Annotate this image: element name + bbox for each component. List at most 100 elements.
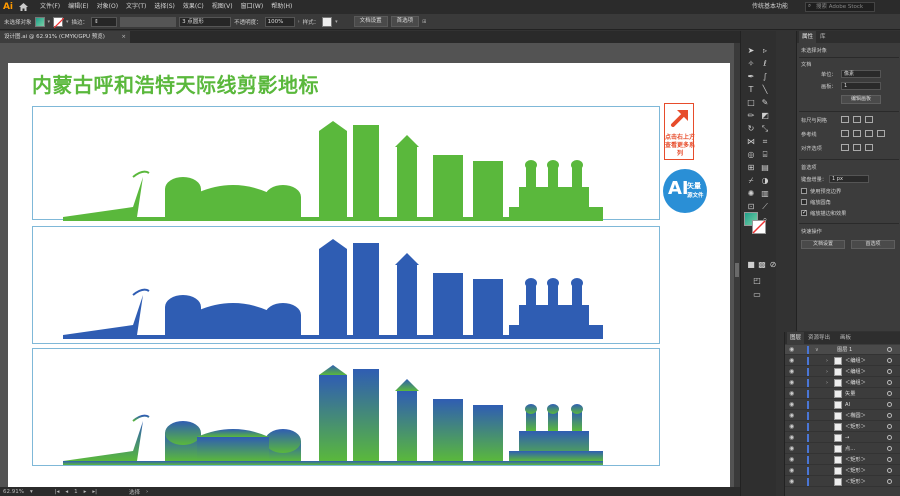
- expand-arrow-icon[interactable]: ›: [826, 378, 828, 388]
- fill-color-swatch[interactable]: [34, 16, 45, 27]
- preferences-button[interactable]: 首选项: [390, 16, 420, 27]
- artboard-select[interactable]: 1: [841, 82, 881, 90]
- eye-icon[interactable]: ◉: [789, 445, 794, 452]
- lasso-tool-icon[interactable]: ℓ: [759, 58, 771, 69]
- edit-artboard-button[interactable]: 编辑画板: [841, 95, 881, 104]
- free-transform-tool-icon[interactable]: ⌗: [759, 136, 771, 147]
- tab-layers[interactable]: 图层: [787, 332, 805, 344]
- tab-properties[interactable]: 属性: [799, 31, 817, 43]
- stroke-color-box[interactable]: [752, 220, 766, 234]
- symbol-sprayer-tool-icon[interactable]: ✺: [745, 188, 757, 199]
- layer-row[interactable]: ◉ › ＜编组＞: [785, 378, 900, 388]
- grid-icon[interactable]: [853, 116, 861, 123]
- none-mode-icon[interactable]: ⊘: [767, 259, 779, 270]
- target-icon[interactable]: [887, 479, 892, 484]
- layer-row[interactable]: ◉ ＜矩形＞: [785, 455, 900, 465]
- curvature-tool-icon[interactable]: ∫: [759, 71, 771, 82]
- document-tab[interactable]: 设计图.ai @ 62.91% (CMYK/GPU 预览) ×: [0, 31, 130, 43]
- eye-icon[interactable]: ◉: [789, 368, 794, 375]
- skyline-panel-2[interactable]: [32, 226, 660, 344]
- layer-row[interactable]: ◉ →: [785, 433, 900, 443]
- menu-edit[interactable]: 编辑(E): [64, 0, 92, 14]
- menu-window[interactable]: 窗口(W): [237, 0, 268, 14]
- slice-tool-icon[interactable]: ⟋: [759, 201, 771, 212]
- snap-pixel-icon[interactable]: [865, 144, 873, 151]
- eye-icon[interactable]: ◉: [789, 478, 794, 485]
- menu-file[interactable]: 文件(F): [36, 0, 64, 14]
- smart-guides-icon[interactable]: [865, 130, 873, 137]
- screen-mode-icon[interactable]: ▭: [751, 289, 763, 300]
- eye-icon[interactable]: ◉: [789, 379, 794, 386]
- gradient-tool-icon[interactable]: ▤: [759, 162, 771, 173]
- target-icon[interactable]: [887, 413, 892, 418]
- eye-icon[interactable]: ◉: [789, 434, 794, 441]
- eye-icon[interactable]: ◉: [789, 456, 794, 463]
- scale-corners-checkbox[interactable]: [801, 199, 807, 205]
- target-icon[interactable]: [887, 402, 892, 407]
- prev-artboard-icon[interactable]: ◂: [65, 489, 68, 495]
- layer-row[interactable]: ◉ ＜矩形＞: [785, 422, 900, 432]
- chevron-down-icon[interactable]: ▾: [30, 489, 33, 495]
- paintbrush-tool-icon[interactable]: ✎: [759, 97, 771, 108]
- layer-row[interactable]: ◉ ＜矩形＞: [785, 477, 900, 487]
- menu-select[interactable]: 选择(S): [150, 0, 179, 14]
- scale-strokes-checkbox[interactable]: [801, 209, 807, 216]
- zoom-level[interactable]: 62.91%: [3, 489, 24, 495]
- home-icon[interactable]: [16, 0, 30, 14]
- skyline-panel-3[interactable]: [32, 348, 660, 466]
- preferences-button[interactable]: 首选项: [851, 240, 895, 249]
- last-artboard-icon[interactable]: ▸|: [92, 489, 97, 495]
- width-tool-icon[interactable]: ⋈: [745, 136, 757, 147]
- workspace-switcher[interactable]: 传统基本功能: [752, 0, 788, 14]
- target-icon[interactable]: [887, 457, 892, 462]
- blend-tool-icon[interactable]: ◑: [759, 175, 771, 186]
- eye-icon[interactable]: ◉: [789, 357, 794, 364]
- scale-tool-icon[interactable]: ⤡: [759, 123, 771, 134]
- brush-definition[interactable]: 3 点圆形: [179, 16, 232, 27]
- ruler-icon[interactable]: [841, 116, 849, 123]
- snap-point-icon[interactable]: [841, 144, 849, 151]
- layer-row[interactable]: ◉ AI: [785, 400, 900, 410]
- drawing-mode-icon[interactable]: ◰: [751, 275, 763, 286]
- chevron-down-icon[interactable]: ▾: [48, 19, 51, 25]
- layer-row[interactable]: ◉ 点...: [785, 444, 900, 454]
- scrollbar-thumb[interactable]: [735, 263, 739, 277]
- menu-help[interactable]: 帮助(H): [267, 0, 296, 14]
- artboard-number[interactable]: 1: [74, 489, 78, 495]
- target-icon[interactable]: [887, 424, 892, 429]
- graphic-style-swatch[interactable]: [322, 16, 333, 27]
- lock-guides-icon[interactable]: [853, 130, 861, 137]
- line-tool-icon[interactable]: ╲: [759, 84, 771, 95]
- tab-artboards[interactable]: 画板: [837, 332, 854, 344]
- target-icon[interactable]: [887, 347, 892, 352]
- units-select[interactable]: 像素: [841, 70, 881, 78]
- canvas-area[interactable]: 内蒙古呼和浩特天际线剪影地标 点击右上方 查看更多系列 AI 矢量 源文件: [0, 43, 740, 487]
- shape-builder-tool-icon[interactable]: ◎: [745, 149, 757, 160]
- eyedropper-tool-icon[interactable]: ⌿: [745, 175, 757, 186]
- eye-icon[interactable]: ◉: [789, 401, 794, 408]
- opacity-input[interactable]: 100%: [264, 16, 295, 27]
- chevron-down-icon[interactable]: ▾: [335, 19, 338, 25]
- tab-asset-export[interactable]: 资源导出: [805, 332, 833, 344]
- skyline-panel-1[interactable]: [32, 106, 660, 221]
- menu-type[interactable]: 文字(T): [122, 0, 150, 14]
- target-icon[interactable]: [887, 435, 892, 440]
- target-icon[interactable]: [887, 369, 892, 374]
- pen-tool-icon[interactable]: ✒: [745, 71, 757, 82]
- promo-box[interactable]: 点击右上方 查看更多系列: [664, 103, 695, 160]
- keyboard-increment-input[interactable]: 1 px: [829, 175, 869, 183]
- artboard-tool-icon[interactable]: ⊡: [745, 201, 757, 212]
- arrange-icon[interactable]: ⊞: [422, 19, 426, 25]
- magic-wand-tool-icon[interactable]: ✧: [745, 58, 757, 69]
- layer-row[interactable]: ◉ 矢量: [785, 389, 900, 399]
- eye-icon[interactable]: ◉: [789, 467, 794, 474]
- show-guides-icon[interactable]: [841, 130, 849, 137]
- expand-arrow-icon[interactable]: ›: [826, 356, 828, 366]
- layer-row[interactable]: ◉ › ＜编组＞: [785, 356, 900, 366]
- chevron-right-icon[interactable]: ›: [146, 489, 148, 495]
- snap-grid-icon[interactable]: [853, 144, 861, 151]
- stroke-weight-input[interactable]: ⇕: [91, 16, 118, 27]
- document-setup-button[interactable]: 文档设置: [801, 240, 845, 249]
- eye-icon[interactable]: ◉: [789, 412, 794, 419]
- target-icon[interactable]: [887, 380, 892, 385]
